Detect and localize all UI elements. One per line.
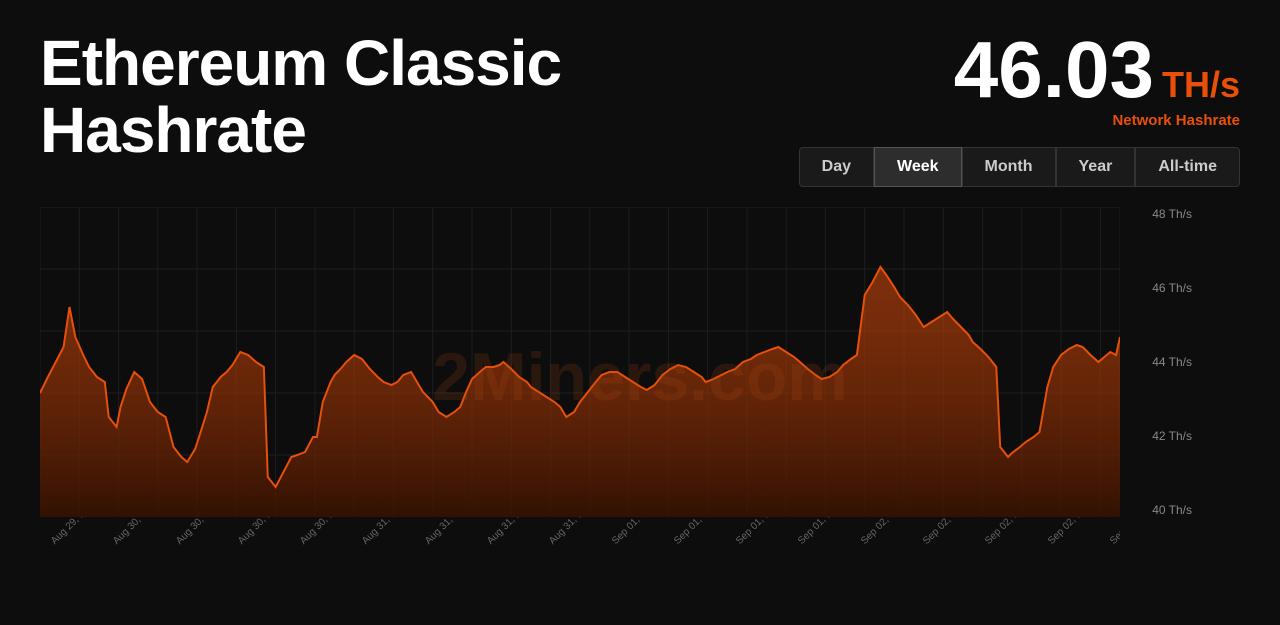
title-block: Ethereum Classic Hashrate — [40, 30, 799, 164]
y-label-42: 42 Th/s — [1120, 429, 1192, 443]
y-label-40: 40 Th/s — [1120, 503, 1192, 517]
x-label-9: Sep 01, 00:00 — [610, 517, 662, 547]
header: Ethereum Classic Hashrate 46.03 TH/s Net… — [0, 0, 1280, 187]
time-filter: Day Week Month Year All-time — [799, 147, 1240, 187]
x-label-16: Sep 02, 18:00 — [1046, 517, 1098, 547]
x-axis: Aug 29, 18:00 Aug 30, 00:00 Aug 30, 06:0… — [40, 517, 1120, 547]
hashrate-unit: TH/s — [1162, 67, 1240, 103]
y-label-46: 46 Th/s — [1120, 281, 1192, 295]
time-btn-day[interactable]: Day — [799, 147, 874, 187]
x-label-6: Aug 31, 06:00 — [423, 517, 475, 547]
hashrate-label: Network Hashrate — [1112, 112, 1240, 129]
y-label-48: 48 Th/s — [1120, 207, 1192, 221]
x-label-3: Aug 30, 12:00 — [236, 517, 288, 547]
chart-container: 48 Th/s 46 Th/s 44 Th/s 42 Th/s 40 Th/s … — [40, 207, 1200, 547]
chart-area: 2Miners.com — [0, 207, 1280, 547]
x-label-2: Aug 30, 06:00 — [174, 517, 226, 547]
time-btn-week[interactable]: Week — [874, 147, 962, 187]
chart-svg — [40, 207, 1120, 517]
title-line1: Ethereum Classic — [40, 27, 561, 99]
x-label-0: Aug 29, 18:00 — [49, 517, 101, 547]
hashrate-number: 46.03 — [954, 30, 1154, 110]
x-label-8: Aug 31, 18:00 — [547, 517, 599, 547]
time-btn-month[interactable]: Month — [962, 147, 1056, 187]
x-label-13: Sep 02, 00:00 — [859, 517, 911, 547]
x-label-11: Sep 01, 12:00 — [734, 517, 786, 547]
y-label-44: 44 Th/s — [1120, 355, 1192, 369]
time-btn-alltime[interactable]: All-time — [1135, 147, 1240, 187]
x-label-15: Sep 02, 12:00 — [983, 517, 1035, 547]
x-label-1: Aug 30, 00:00 — [111, 517, 163, 547]
title-line2: Hashrate — [40, 94, 306, 166]
x-label-5: Aug 31, 00:00 — [361, 517, 413, 547]
main-title: Ethereum Classic Hashrate — [40, 30, 799, 164]
page-container: Ethereum Classic Hashrate 46.03 TH/s Net… — [0, 0, 1280, 625]
x-label-17: Sep 03, 00:00 — [1108, 517, 1120, 547]
x-label-7: Aug 31, 12:00 — [485, 517, 537, 547]
x-label-14: Sep 02, 06:00 — [921, 517, 973, 547]
hashrate-value-row: 46.03 TH/s — [954, 30, 1240, 110]
x-label-4: Aug 30, 18:00 — [298, 517, 350, 547]
x-label-10: Sep 01, 06:00 — [672, 517, 724, 547]
y-axis: 48 Th/s 46 Th/s 44 Th/s 42 Th/s 40 Th/s — [1120, 207, 1200, 517]
time-btn-year[interactable]: Year — [1056, 147, 1136, 187]
x-label-12: Sep 01, 18:00 — [796, 517, 848, 547]
hashrate-block: 46.03 TH/s Network Hashrate Day Week Mon… — [799, 30, 1240, 187]
